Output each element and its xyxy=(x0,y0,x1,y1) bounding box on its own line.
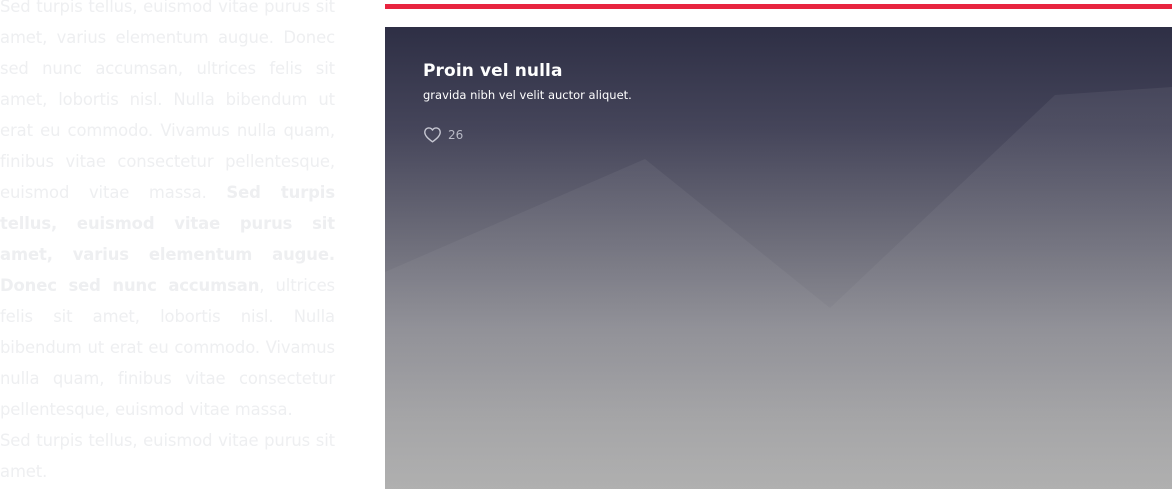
page: Sed turpis tellus, euismod vitae purus s… xyxy=(0,0,1172,489)
card-title[interactable]: Proin vel nulla xyxy=(423,61,563,81)
like-button[interactable]: 26 xyxy=(423,126,463,143)
paragraph-text-end: , ultrices felis sit amet, lobortis nisl… xyxy=(0,276,335,419)
red-accent-bar xyxy=(385,4,1172,9)
paragraph-2-text: Sed turpis tellus, euismod vitae purus s… xyxy=(0,431,335,481)
post-card[interactable]: Proin vel nulla gravida nibh vel velit a… xyxy=(385,27,1172,489)
paragraph-text: Sed turpis tellus, euismod vitae purus s… xyxy=(0,0,335,202)
body-paragraph: Sed turpis tellus, euismod vitae purus s… xyxy=(0,0,335,425)
like-count: 26 xyxy=(448,127,464,142)
body-text-column: Sed turpis tellus, euismod vitae purus s… xyxy=(0,0,335,487)
card-subtitle: gravida nibh vel velit auctor aliquet. xyxy=(423,88,632,102)
body-paragraph-2: Sed turpis tellus, euismod vitae purus s… xyxy=(0,425,335,487)
heart-outline-icon[interactable] xyxy=(423,126,442,143)
